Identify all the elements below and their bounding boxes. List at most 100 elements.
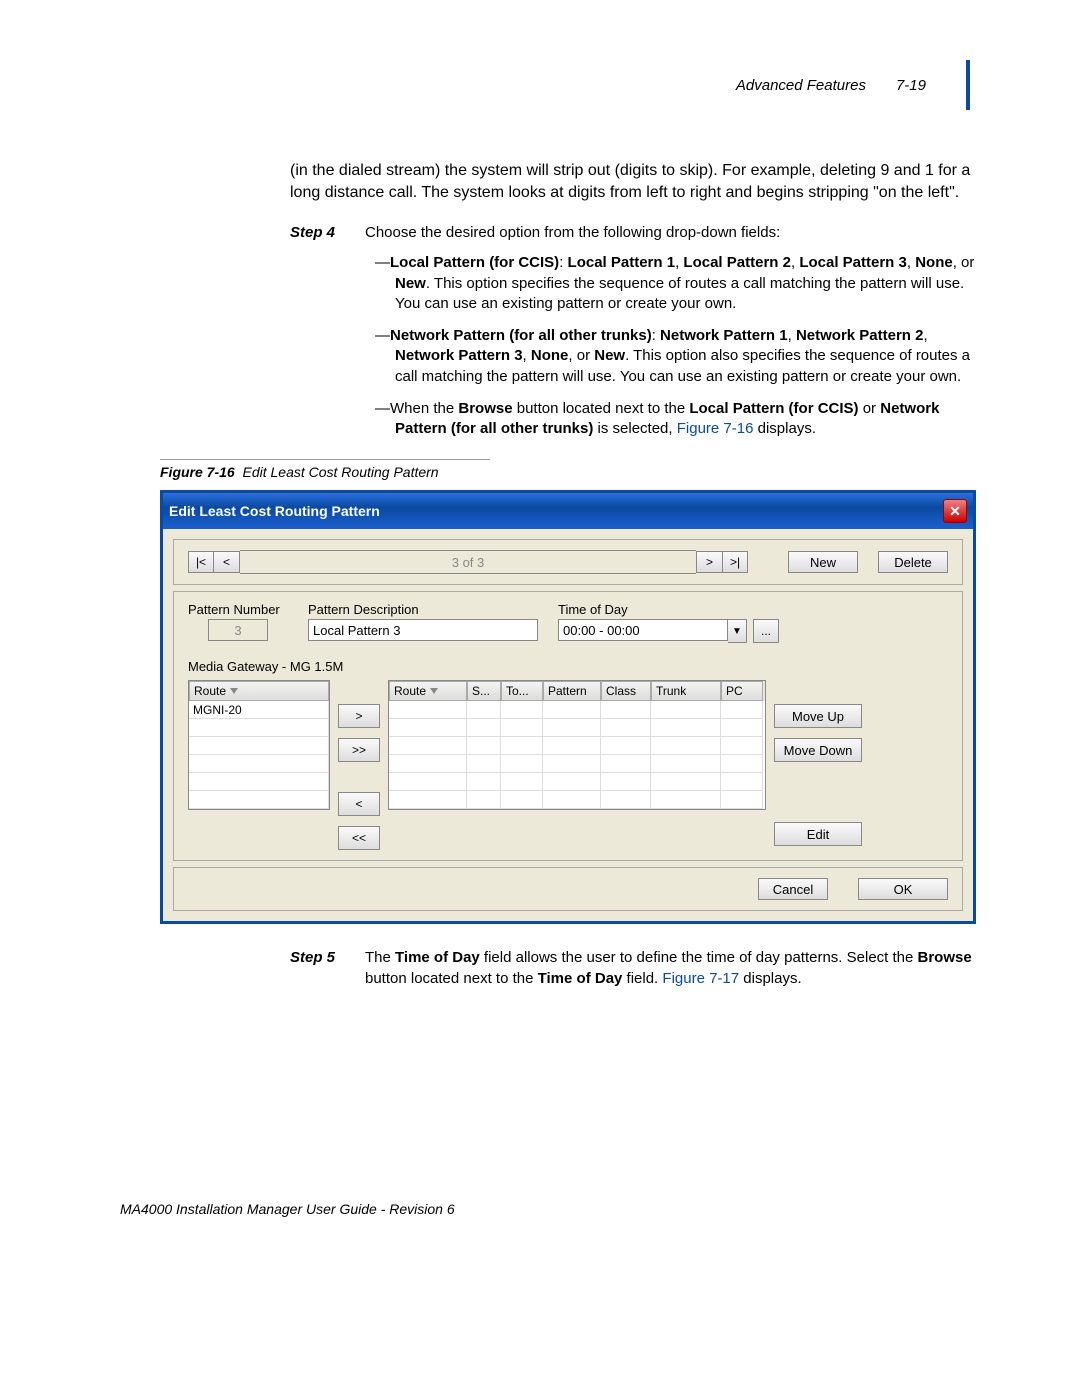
table-cell bbox=[389, 773, 467, 791]
right-grid-header[interactable]: Trunk bbox=[651, 681, 721, 701]
time-of-day-label: Time of Day bbox=[558, 602, 779, 617]
table-cell bbox=[651, 791, 721, 809]
table-cell bbox=[467, 719, 501, 737]
prev-record-button[interactable]: < bbox=[214, 551, 240, 573]
right-grid-header[interactable]: Class bbox=[601, 681, 651, 701]
right-grid-header[interactable]: To... bbox=[501, 681, 543, 701]
table-cell bbox=[721, 719, 763, 737]
table-cell bbox=[189, 755, 329, 773]
table-cell bbox=[389, 719, 467, 737]
left-grid-header-route[interactable]: Route bbox=[189, 681, 329, 701]
next-record-button[interactable]: > bbox=[696, 551, 722, 573]
page-footer: MA4000 Installation Manager User Guide -… bbox=[120, 1201, 455, 1217]
move-left-button[interactable]: < bbox=[338, 792, 380, 816]
table-cell bbox=[651, 719, 721, 737]
table-cell bbox=[721, 701, 763, 719]
figure-7-17-link[interactable]: Figure 7-17 bbox=[662, 970, 739, 987]
table-cell bbox=[651, 737, 721, 755]
right-grid-header[interactable]: Route bbox=[389, 681, 467, 701]
table-cell bbox=[467, 791, 501, 809]
step-5-text: The Time of Day field allows the user to… bbox=[365, 948, 980, 989]
first-record-button[interactable]: |< bbox=[188, 551, 214, 573]
table-row[interactable] bbox=[189, 791, 329, 809]
move-right-button[interactable]: > bbox=[338, 704, 380, 728]
table-cell bbox=[501, 737, 543, 755]
table-cell bbox=[501, 791, 543, 809]
cancel-button[interactable]: Cancel bbox=[758, 878, 828, 900]
move-up-button[interactable]: Move Up bbox=[774, 704, 862, 728]
delete-button[interactable]: Delete bbox=[878, 551, 948, 573]
table-row[interactable] bbox=[189, 755, 329, 773]
move-all-left-button[interactable]: << bbox=[338, 826, 380, 850]
table-cell bbox=[189, 737, 329, 755]
last-record-button[interactable]: >| bbox=[722, 551, 748, 573]
dialog-titlebar: Edit Least Cost Routing Pattern ✕ bbox=[163, 493, 973, 529]
selected-routes-grid[interactable]: RouteS...To...PatternClassTrunkPC bbox=[388, 680, 766, 810]
figure-title: Edit Least Cost Routing Pattern bbox=[242, 464, 438, 480]
table-row[interactable]: MGNI-20 bbox=[189, 701, 329, 719]
table-row[interactable] bbox=[389, 701, 765, 719]
table-row[interactable] bbox=[189, 773, 329, 791]
edit-button[interactable]: Edit bbox=[774, 822, 862, 846]
time-of-day-browse-button[interactable]: ... bbox=[753, 619, 779, 643]
table-cell bbox=[651, 773, 721, 791]
step-4-bullets: —Local Pattern (for CCIS): Local Pattern… bbox=[375, 253, 980, 439]
table-cell bbox=[501, 701, 543, 719]
figure-label: Figure 7-16 bbox=[160, 464, 235, 480]
figure-7-16-link[interactable]: Figure 7-16 bbox=[677, 420, 754, 437]
right-grid-header[interactable]: PC bbox=[721, 681, 763, 701]
time-of-day-combo[interactable]: 00:00 - 00:00 ▼ bbox=[558, 619, 747, 643]
table-row[interactable] bbox=[389, 737, 765, 755]
table-cell bbox=[467, 737, 501, 755]
close-button[interactable]: ✕ bbox=[943, 499, 967, 523]
table-cell bbox=[189, 719, 329, 737]
table-row[interactable] bbox=[389, 755, 765, 773]
ok-button[interactable]: OK bbox=[858, 878, 948, 900]
table-cell bbox=[543, 719, 601, 737]
table-cell: MGNI-20 bbox=[189, 701, 329, 719]
pattern-number-field: 3 bbox=[208, 619, 268, 641]
table-row[interactable] bbox=[189, 737, 329, 755]
media-gateway-label: Media Gateway - MG 1.5M bbox=[188, 659, 948, 674]
dialog-footer: Cancel OK bbox=[173, 867, 963, 911]
table-cell bbox=[467, 773, 501, 791]
move-all-right-button[interactable]: >> bbox=[338, 738, 380, 762]
dialog-nav-row: |< < 3 of 3 > >| New Delete bbox=[173, 539, 963, 585]
figure-caption: Figure 7-16 Edit Least Cost Routing Patt… bbox=[160, 459, 490, 480]
table-row[interactable] bbox=[189, 719, 329, 737]
close-icon: ✕ bbox=[949, 503, 961, 520]
available-routes-grid[interactable]: Route MGNI-20 bbox=[188, 680, 330, 810]
step-4: Step 4 Choose the desired option from th… bbox=[290, 223, 980, 243]
right-grid-header[interactable]: S... bbox=[467, 681, 501, 701]
new-button[interactable]: New bbox=[788, 551, 858, 573]
move-down-button[interactable]: Move Down bbox=[774, 738, 862, 762]
table-row[interactable] bbox=[389, 773, 765, 791]
table-cell bbox=[543, 737, 601, 755]
table-cell bbox=[543, 791, 601, 809]
table-cell bbox=[501, 755, 543, 773]
table-cell bbox=[389, 701, 467, 719]
bullet-network-pattern: —Network Pattern (for all other trunks):… bbox=[375, 326, 980, 387]
right-grid-header[interactable]: Pattern bbox=[543, 681, 601, 701]
pattern-desc-field[interactable]: Local Pattern 3 bbox=[308, 619, 538, 641]
table-cell bbox=[721, 737, 763, 755]
mover-buttons: > >> < << bbox=[338, 704, 380, 850]
step-4-text: Choose the desired option from the follo… bbox=[365, 223, 980, 243]
table-cell bbox=[467, 701, 501, 719]
intro-paragraph: (in the dialed stream) the system will s… bbox=[290, 160, 980, 203]
pattern-number-label: Pattern Number bbox=[188, 602, 288, 617]
table-cell bbox=[601, 755, 651, 773]
table-cell bbox=[189, 773, 329, 791]
table-cell bbox=[601, 737, 651, 755]
chevron-down-icon[interactable]: ▼ bbox=[728, 619, 747, 643]
table-row[interactable] bbox=[389, 791, 765, 809]
table-cell bbox=[543, 701, 601, 719]
header-accent-bar bbox=[966, 60, 970, 110]
table-cell bbox=[467, 755, 501, 773]
sort-down-icon bbox=[430, 688, 438, 694]
table-cell bbox=[651, 701, 721, 719]
table-row[interactable] bbox=[389, 719, 765, 737]
pattern-desc-label: Pattern Description bbox=[308, 602, 538, 617]
record-counter: 3 of 3 bbox=[240, 550, 696, 574]
step-5-label: Step 5 bbox=[290, 948, 365, 989]
